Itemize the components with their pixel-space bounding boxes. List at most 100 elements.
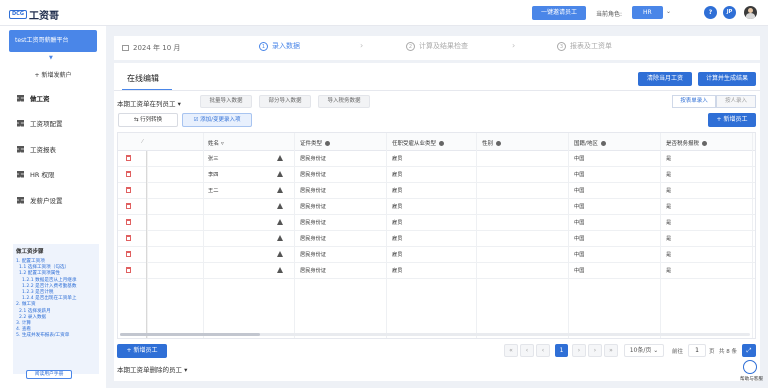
cell-name[interactable]: 张三	[208, 155, 218, 162]
cell-employment-type[interactable]: 雇员	[392, 155, 402, 162]
cell-nationality[interactable]: 中国	[574, 251, 584, 258]
step-link[interactable]: 5. 生成并发布报表/工资单	[16, 333, 96, 339]
filter-icon[interactable]: ▿	[221, 141, 224, 147]
trash-icon[interactable]	[126, 267, 131, 273]
caret-down-icon[interactable]: ▼	[49, 55, 53, 61]
cell-employment-type[interactable]: 雇员	[392, 171, 402, 178]
cell-nationality[interactable]: 中国	[574, 235, 584, 242]
add-employee-button[interactable]: + 新增员工	[708, 113, 756, 127]
cell-id-type[interactable]: 居民身份证	[300, 267, 326, 274]
user-badge[interactable]: JP	[723, 6, 736, 19]
tax-import-button[interactable]: 导入税务数据	[318, 95, 370, 108]
trash-icon[interactable]	[126, 187, 131, 193]
current-employees-dropdown[interactable]: 本期工资单在列员工 ▾	[117, 98, 181, 108]
cell-employment-type[interactable]: 雇员	[392, 235, 402, 242]
period-picker[interactable]: 2024 年 10 月	[122, 43, 180, 53]
table-row[interactable]: 居民身份证 雇员 中国 是	[118, 231, 755, 247]
cell-name[interactable]: 王二	[208, 187, 218, 194]
cell-nationality[interactable]: 中国	[574, 219, 584, 226]
deleted-employees-dropdown[interactable]: 本期工资单删除的员工 ▾	[117, 364, 187, 374]
platform-selector[interactable]: test工资哥薪酬平台	[9, 30, 97, 52]
add-change-items-button[interactable]: ☑ 添加/变更录入项	[182, 113, 252, 127]
cell-tax-filing[interactable]: 是	[666, 203, 671, 210]
page-size-select[interactable]: 10条/页 ⌄	[624, 344, 664, 357]
partial-import-button[interactable]: 部分导入数据	[259, 95, 311, 108]
cell-employment-type[interactable]: 雇员	[392, 251, 402, 258]
help-icon[interactable]: ?	[704, 6, 717, 19]
table-row[interactable]: 张三 居民身份证 雇员 中国 是	[118, 151, 755, 167]
table-entry-toggle[interactable]: 按表单录入	[672, 95, 716, 108]
add-employee-bottom-button[interactable]: + 新增员工	[117, 344, 167, 358]
chat-label[interactable]: 帮助与客服	[740, 376, 763, 382]
sidebar-item-do-payroll[interactable]: 做工资	[0, 86, 106, 110]
cell-tax-filing[interactable]: 是	[666, 251, 671, 258]
info-icon[interactable]	[325, 140, 331, 146]
cell-tax-filing[interactable]: 是	[666, 171, 671, 178]
sidebar-item-reports[interactable]: 工资报表	[0, 137, 106, 161]
info-icon[interactable]	[496, 140, 502, 146]
role-select[interactable]: HR	[632, 6, 663, 19]
cell-tax-filing[interactable]: 是	[666, 267, 671, 274]
table-row[interactable]: 居民身份证 雇员 中国 是	[118, 247, 755, 263]
chat-icon[interactable]	[743, 360, 757, 374]
cell-employment-type[interactable]: 雇员	[392, 187, 402, 194]
step-enter-data[interactable]: 1 录入数据	[259, 41, 300, 51]
cell-nationality[interactable]: 中国	[574, 171, 584, 178]
table-row[interactable]: 居民身份证 雇员 中国 是	[118, 263, 755, 279]
cell-tax-filing[interactable]: 是	[666, 187, 671, 194]
cell-id-type[interactable]: 居民身份证	[300, 155, 326, 162]
trash-icon[interactable]	[126, 235, 131, 241]
add-payer-button[interactable]: + 新增发薪户	[0, 70, 106, 79]
goto-page-input[interactable]: 1	[688, 344, 706, 357]
trash-icon[interactable]	[126, 251, 131, 257]
trash-icon[interactable]	[126, 155, 131, 161]
step-calculate[interactable]: 2 计算及结果检查	[406, 41, 468, 51]
cell-id-type[interactable]: 居民身份证	[300, 203, 326, 210]
sidebar-item-pay-items[interactable]: 工资项配置	[0, 111, 106, 135]
cell-id-type[interactable]: 居民身份证	[300, 219, 326, 226]
cell-nationality[interactable]: 中国	[574, 267, 584, 274]
user-manual-button[interactable]: 阅读用户手册	[26, 370, 72, 379]
cell-nationality[interactable]: 中国	[574, 155, 584, 162]
cell-tax-filing[interactable]: 是	[666, 235, 671, 242]
cell-employment-type[interactable]: 雇员	[392, 203, 402, 210]
column-resize-icon[interactable]: ⁄	[142, 139, 143, 145]
table-row[interactable]: 居民身份证 雇员 中国 是	[118, 199, 755, 215]
first-page-icon[interactable]: «	[504, 344, 518, 357]
trash-icon[interactable]	[126, 219, 131, 225]
sidebar-item-payer-settings[interactable]: 发薪户设置	[0, 188, 106, 212]
page-number[interactable]: 1	[555, 344, 568, 357]
clear-payroll-button[interactable]: 清除当月工资	[638, 72, 692, 86]
info-icon[interactable]	[702, 140, 708, 146]
cell-tax-filing[interactable]: 是	[666, 219, 671, 226]
calculate-button[interactable]: 计算并生成结果	[698, 72, 756, 86]
table-row[interactable]: 王二 居民身份证 雇员 中国 是	[118, 183, 755, 199]
avatar[interactable]	[744, 6, 757, 19]
last-page-icon[interactable]: »	[604, 344, 618, 357]
cell-nationality[interactable]: 中国	[574, 187, 584, 194]
info-icon[interactable]	[600, 140, 606, 146]
person-entry-toggle[interactable]: 按人录入	[716, 95, 756, 108]
scrollbar-thumb[interactable]	[120, 333, 260, 336]
trash-icon[interactable]	[126, 203, 131, 209]
cell-employment-type[interactable]: 雇员	[392, 219, 402, 226]
prev-page-icon[interactable]: ‹	[536, 344, 550, 357]
row-column-switch-button[interactable]: ⇆ 行列转换	[118, 113, 178, 127]
cell-id-type[interactable]: 居民身份证	[300, 187, 326, 194]
invite-employee-button[interactable]: 一键邀请员工	[532, 6, 586, 20]
cell-employment-type[interactable]: 雇员	[392, 267, 402, 274]
next-page-icon[interactable]: ›	[572, 344, 586, 357]
table-row[interactable]: 居民身份证 雇员 中国 是	[118, 215, 755, 231]
horizontal-scrollbar[interactable]	[120, 333, 750, 336]
cell-id-type[interactable]: 居民身份证	[300, 171, 326, 178]
tab-online-edit[interactable]: 在线编辑	[127, 73, 159, 84]
cell-id-type[interactable]: 居民身份证	[300, 251, 326, 258]
prev-group-icon[interactable]: ‹	[520, 344, 534, 357]
info-icon[interactable]	[439, 140, 445, 146]
trash-icon[interactable]	[126, 171, 131, 177]
cell-nationality[interactable]: 中国	[574, 203, 584, 210]
cell-tax-filing[interactable]: 是	[666, 155, 671, 162]
batch-import-button[interactable]: 批量导入数据	[200, 95, 252, 108]
step-reports[interactable]: 3 报表及工资单	[557, 41, 612, 51]
next-group-icon[interactable]: ›	[588, 344, 602, 357]
